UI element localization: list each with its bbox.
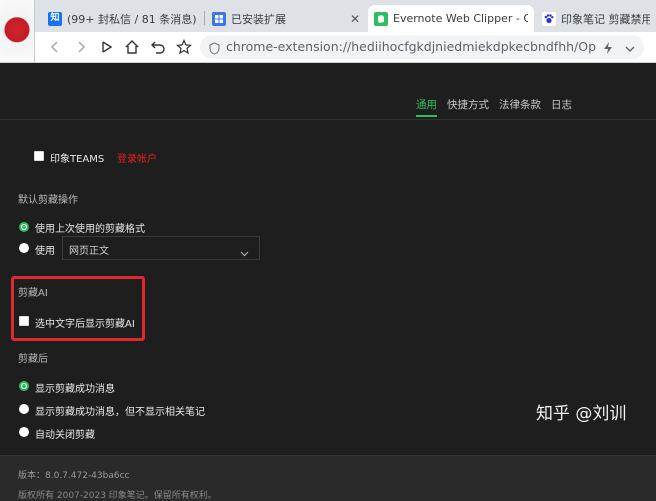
header-divider: [0, 119, 656, 120]
radio-use-label: 使用: [35, 246, 55, 257]
radio-show-success-no-related-label: 显示剪藏成功消息，但不显示相关笔记: [35, 407, 205, 418]
radio-auto-close-label: 自动关闭剪藏: [35, 430, 95, 441]
clip-ai-section-title: 剪藏AI: [18, 288, 48, 299]
teams-checkbox[interactable]: [34, 151, 44, 161]
undo-close-tab-button[interactable]: [147, 36, 169, 58]
radio-last-used-label: 使用上次使用的剪藏格式: [35, 224, 145, 235]
evernote-icon: [374, 11, 388, 26]
bolt-icon[interactable]: [602, 40, 614, 59]
tab-evernote-options[interactable]: Evernote Web Clipper - Op: [368, 5, 534, 32]
home-icon: [125, 40, 139, 54]
radio-show-success[interactable]: [19, 381, 29, 391]
clip-ai-checkbox-label: 选中文字后显示剪藏AI: [35, 319, 135, 330]
reload-button[interactable]: [96, 36, 118, 58]
login-account-link[interactable]: 登录帐户: [117, 150, 157, 165]
forward-arrow-icon: [78, 41, 86, 53]
tab-extensions[interactable]: 已安装扩展 ✕: [206, 5, 366, 32]
radio-use-format[interactable]: [19, 243, 29, 253]
tab-title: (99+ 封私信 / 81 条消息) 微: [67, 12, 196, 26]
puzzle-icon: [212, 11, 226, 26]
browser-toolbar: chrome-extension://hediihocfgkdjniedmiek…: [0, 32, 656, 63]
back-arrow-icon: [50, 41, 58, 53]
default-clip-section-title: 默认剪藏操作: [18, 195, 78, 206]
baidu-paw-icon: [542, 11, 556, 26]
chevron-down-icon: [240, 243, 249, 262]
chevron-down-icon[interactable]: [624, 40, 636, 59]
tab-baidu-search[interactable]: 印象笔记 剪藏禁用AI_百度: [536, 5, 656, 32]
site-info-icon[interactable]: [208, 40, 221, 59]
back-button[interactable]: [44, 36, 66, 58]
options-footer: 版本：8.0.7.472-43ba6cc 版权所有 2007-2023 印象笔记…: [0, 455, 656, 501]
undo-icon: [151, 41, 165, 54]
tab-title: Evernote Web Clipper - Op: [393, 12, 528, 25]
profile-avatar[interactable]: [0, 0, 35, 62]
radio-show-success-no-related[interactable]: [19, 404, 29, 414]
after-clip-section-title: 剪藏后: [18, 354, 48, 365]
star-icon: [176, 39, 192, 55]
zhihu-icon: 知: [48, 11, 62, 26]
tab-close-icon[interactable]: ✕: [350, 12, 360, 26]
tab-separator: [204, 11, 205, 25]
bookmark-star-button[interactable]: [173, 36, 195, 58]
tab-title: 印象笔记 剪藏禁用AI_百度: [561, 12, 650, 26]
forward-button[interactable]: [70, 36, 92, 58]
tab-zhihu-messages[interactable]: 知 (99+ 封私信 / 81 条消息) 微: [42, 5, 202, 32]
home-button[interactable]: [121, 36, 143, 58]
tab-legal[interactable]: 法律条款: [499, 97, 541, 117]
browser-tab-strip: 知 (99+ 封私信 / 81 条消息) 微 已安装扩展 ✕ Evernote …: [0, 0, 656, 32]
tab-general[interactable]: 通用: [416, 97, 437, 117]
url-text: chrome-extension://hediihocfgkdjniedmiek…: [226, 39, 596, 54]
tab-title: 已安装扩展: [231, 12, 286, 26]
address-bar[interactable]: chrome-extension://hediihocfgkdjniedmiek…: [200, 35, 644, 59]
radio-show-success-label: 显示剪藏成功消息: [35, 384, 115, 395]
tab-logs[interactable]: 日志: [551, 97, 572, 117]
radio-auto-close[interactable]: [19, 427, 29, 437]
clip-ai-checkbox[interactable]: [19, 316, 29, 326]
options-page: 通用 快捷方式 法律条款 日志 印象TEAMS 登录帐户 默认剪藏操作 使用上次…: [0, 63, 656, 501]
tab-shortcuts[interactable]: 快捷方式: [447, 97, 489, 117]
radio-last-used-format[interactable]: [19, 222, 29, 232]
options-nav: 通用 快捷方式 法律条款 日志: [416, 97, 572, 117]
copyright-text: 版权所有 2007-2023 印象笔记。保留所有权利。: [18, 491, 217, 501]
teams-label: 印象TEAMS: [50, 154, 105, 165]
version-text: 版本：8.0.7.472-43ba6cc: [18, 471, 130, 481]
clip-format-select[interactable]: 网页正文: [62, 236, 260, 260]
zhihu-watermark: 知乎 @刘训: [536, 404, 627, 424]
reload-icon: [102, 41, 113, 53]
clip-format-value: 网页正文: [69, 246, 109, 257]
